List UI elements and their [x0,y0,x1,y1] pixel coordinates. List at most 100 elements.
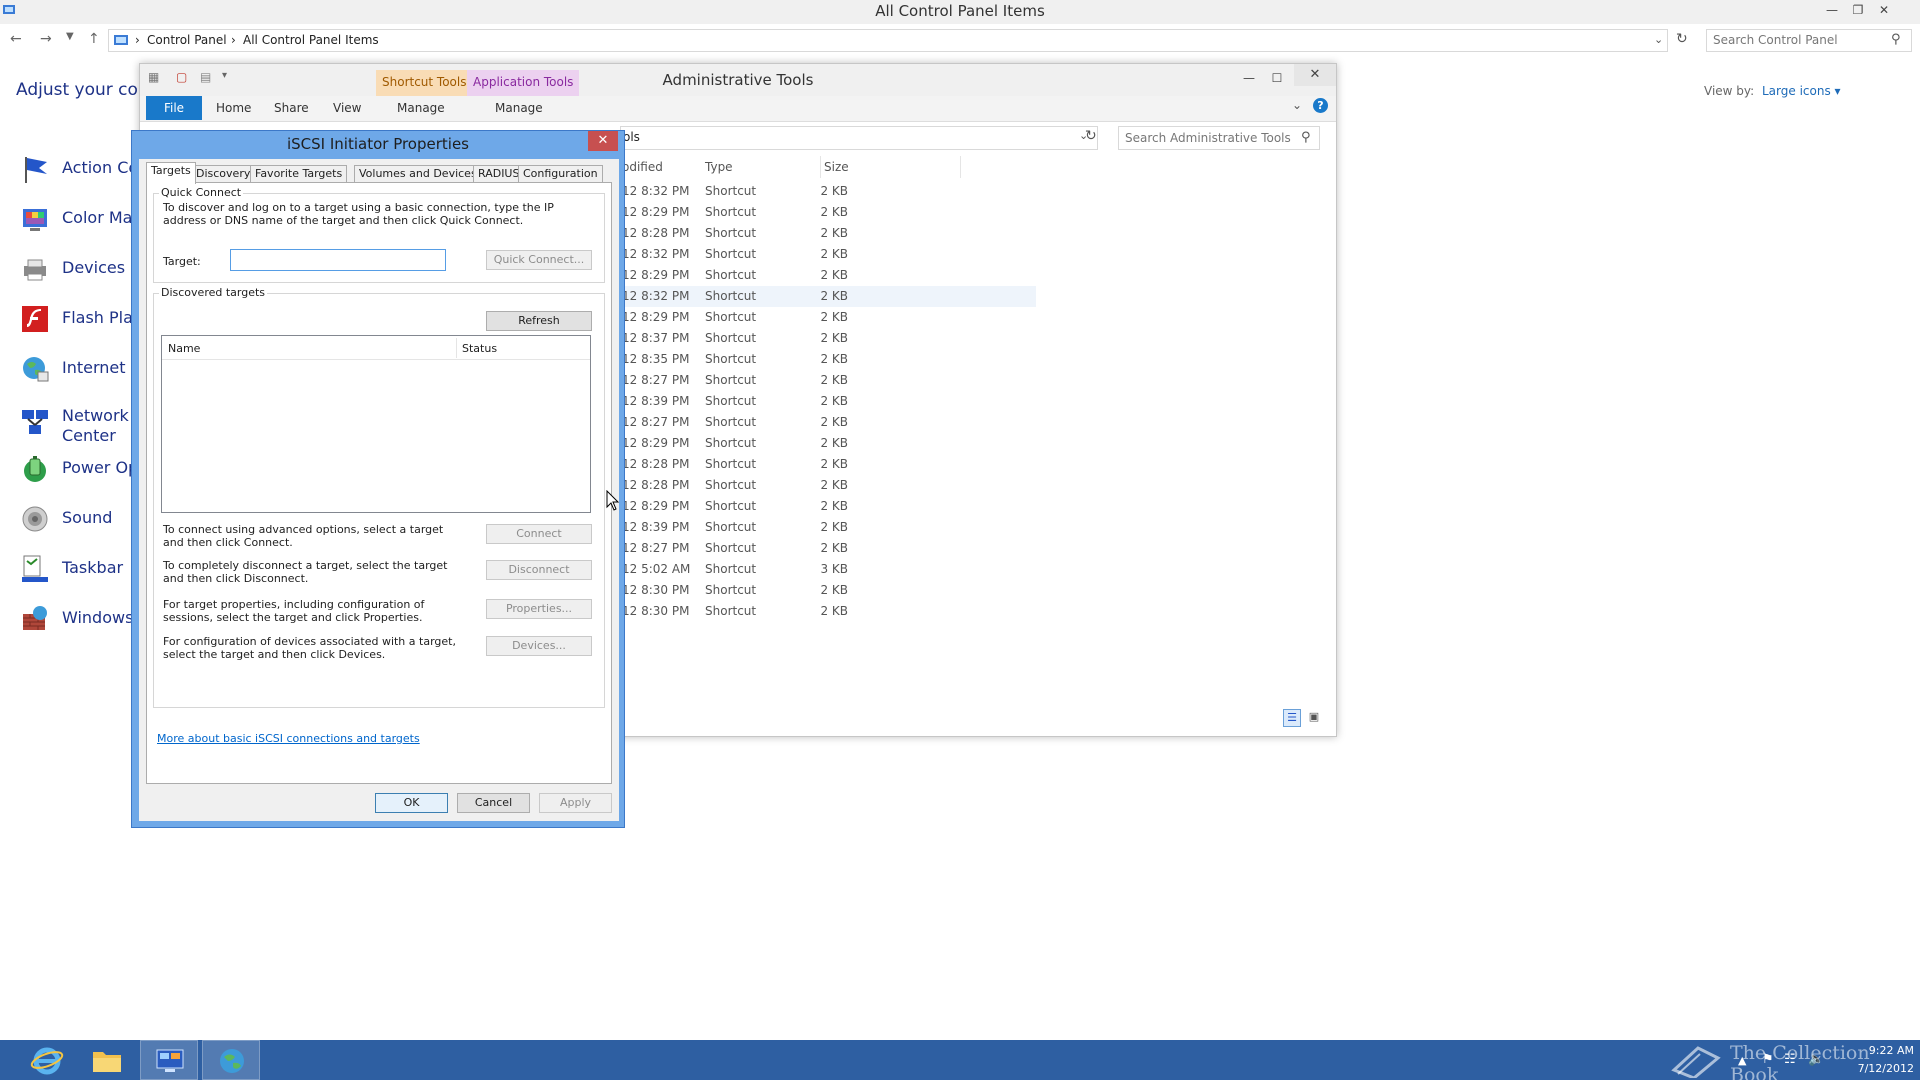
cell-size: 2 KB [820,436,848,450]
table-row[interactable]: 12 8:29 PM Shortcut 2 KB [620,433,1036,454]
discovered-targets-list[interactable]: Name Status [161,335,591,513]
close-button[interactable]: ✕ [1872,0,1896,20]
up-arrow-icon[interactable]: ↑ [88,31,100,47]
ribbon-tab-home[interactable]: Home [216,101,251,115]
table-row[interactable]: 12 8:37 PM Shortcut 2 KB [620,328,1036,349]
target-label: Target: [163,255,201,268]
tab-targets[interactable]: Targets [146,162,196,184]
table-row[interactable]: 12 8:32 PM Shortcut 2 KB [620,286,1036,307]
table-row[interactable]: 12 8:29 PM Shortcut 2 KB [620,265,1036,286]
taskbar-iscsi-initiator[interactable] [202,1040,260,1080]
cell-modified: 12 8:27 PM [622,415,690,429]
table-row[interactable]: 12 8:39 PM Shortcut 2 KB [620,391,1036,412]
cell-size: 2 KB [820,604,848,618]
tab-discovery[interactable]: Discovery [191,165,256,183]
table-row[interactable]: 12 8:29 PM Shortcut 2 KB [620,202,1036,223]
table-row[interactable]: 12 8:27 PM Shortcut 2 KB [620,538,1036,559]
table-row[interactable]: 12 8:32 PM Shortcut 2 KB [620,244,1036,265]
cell-type: Shortcut [705,226,757,240]
forward-arrow-icon[interactable]: → [40,31,52,47]
view-by-dropdown[interactable]: Large icons ▾ [1762,84,1841,98]
tab-configuration[interactable]: Configuration [518,165,603,183]
dialog-close-button[interactable]: ✕ [588,131,618,151]
quick-connect-description: To discover and log on to a target using… [163,201,554,227]
ribbon-tab-view[interactable]: View [333,101,361,115]
tab-favorite-targets[interactable]: Favorite Targets [250,165,348,183]
tab-radius[interactable]: RADIUS [473,165,525,183]
table-row[interactable]: 12 8:32 PM Shortcut 2 KB [620,181,1036,202]
properties-description: For target properties, including configu… [163,598,425,624]
clock-time[interactable]: 9:22 AM [1838,1044,1914,1057]
admin-search-icon[interactable]: ⚲ [1301,130,1311,145]
back-arrow-icon[interactable]: ← [10,31,22,47]
table-row[interactable]: 12 8:29 PM Shortcut 2 KB [620,307,1036,328]
search-control-panel-input[interactable]: Search Control Panel ⚲ [1706,29,1912,52]
recent-locations-icon[interactable]: ▼ [66,31,74,42]
cancel-button[interactable]: Cancel [457,793,530,813]
properties-button[interactable]: Properties... [486,599,592,619]
details-view-icon[interactable]: ☰ [1283,709,1301,727]
taskbar-file-explorer[interactable] [78,1040,136,1080]
restore-button[interactable]: ❐ [1846,0,1870,20]
table-row[interactable]: 12 8:28 PM Shortcut 2 KB [620,454,1036,475]
table-row[interactable]: 12 8:28 PM Shortcut 2 KB [620,475,1036,496]
quick-connect-button[interactable]: Quick Connect... [486,250,592,270]
breadcrumb-all-items[interactable]: All Control Panel Items [243,33,379,47]
address-dropdown-icon[interactable]: ⌄ [1654,33,1663,46]
search-icon[interactable]: ⚲ [1891,32,1901,47]
taskbar-control-panel[interactable] [140,1040,198,1080]
column-header-modified[interactable]: odified [622,160,663,174]
cell-type: Shortcut [705,562,757,576]
admin-refresh-icon[interactable]: ↻ [1085,128,1097,144]
minimize-button[interactable]: — [1820,0,1844,20]
ribbon-tab-manage-shortcut[interactable]: Manage [397,101,445,115]
list-header-status[interactable]: Status [462,342,497,355]
connect-button[interactable]: Connect [486,524,592,544]
ribbon-expand-icon[interactable]: ⌄ [1292,98,1302,112]
admin-address-bar[interactable]: ols ⌄ [620,126,1098,150]
table-row[interactable]: 12 8:27 PM Shortcut 2 KB [620,412,1036,433]
admin-minimize-button[interactable]: — [1237,68,1261,88]
cell-type: Shortcut [705,415,757,429]
control-panel-taskbar-icon [155,1047,185,1079]
target-input[interactable] [230,249,446,271]
table-row[interactable]: 12 8:27 PM Shortcut 2 KB [620,370,1036,391]
taskbar-icon [20,554,50,584]
table-row[interactable]: 12 8:30 PM Shortcut 2 KB [620,580,1036,601]
ribbon-tab-manage-application[interactable]: Manage [495,101,543,115]
table-row[interactable]: 12 8:39 PM Shortcut 2 KB [620,517,1036,538]
table-row[interactable]: 12 8:30 PM Shortcut 2 KB [620,601,1036,622]
refresh-button[interactable]: Refresh [486,311,592,331]
cell-size: 2 KB [820,268,848,282]
table-row[interactable]: 12 5:02 AM Shortcut 3 KB [620,559,1036,580]
column-header-size[interactable]: Size [824,160,849,174]
admin-close-button[interactable]: ✕ [1294,64,1336,86]
cell-size: 2 KB [820,352,848,366]
address-bar[interactable]: › Control Panel › All Control Panel Item… [108,29,1668,52]
refresh-icon[interactable]: ↻ [1676,31,1688,47]
table-row[interactable]: 12 8:29 PM Shortcut 2 KB [620,496,1036,517]
taskbar-internet-explorer[interactable] [18,1040,76,1080]
column-header-type[interactable]: Type [705,160,733,174]
tab-volumes-and-devices[interactable]: Volumes and Devices [354,165,482,183]
devices-button[interactable]: Devices... [486,636,592,656]
more-about-iscsi-link[interactable]: More about basic iSCSI connections and t… [157,732,420,745]
table-row[interactable]: 12 8:35 PM Shortcut 2 KB [620,349,1036,370]
ok-button[interactable]: OK [375,793,448,813]
control-panel-icon [113,34,129,48]
ribbon-tab-share[interactable]: Share [274,101,309,115]
large-icons-view-icon[interactable]: ▣ [1305,709,1323,727]
list-header-name[interactable]: Name [168,342,200,355]
disconnect-button[interactable]: Disconnect [486,560,592,580]
admin-maximize-button[interactable]: ☐ [1265,68,1289,88]
clock-date[interactable]: 7/12/2012 [1838,1062,1914,1075]
breadcrumb-control-panel[interactable]: Control Panel [147,33,227,47]
admin-tools-title: Administrative Tools [662,71,814,89]
help-icon[interactable]: ? [1313,98,1328,113]
search-admin-tools-input[interactable]: Search Administrative Tools ⚲ [1118,126,1320,150]
cell-type: Shortcut [705,205,757,219]
ribbon-tab-file[interactable]: File [146,96,202,120]
apply-button[interactable]: Apply [539,793,612,813]
table-row[interactable]: 12 8:28 PM Shortcut 2 KB [620,223,1036,244]
cell-type: Shortcut [705,457,757,471]
